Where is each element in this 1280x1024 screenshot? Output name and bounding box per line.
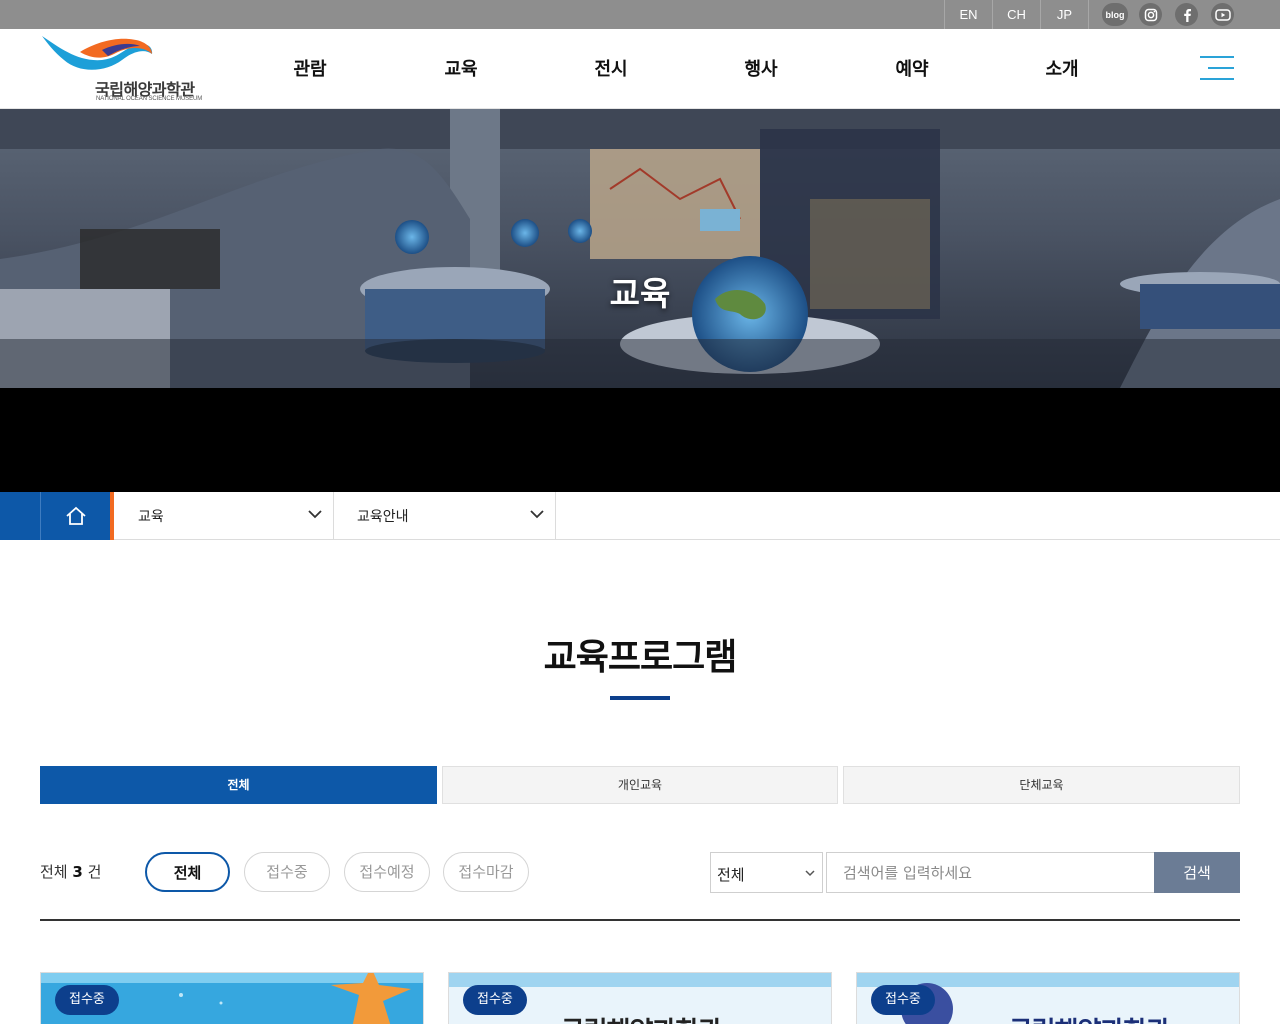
tab-group[interactable]: 단체교육 [843, 766, 1240, 804]
gnb-item-visit[interactable]: 관람 [260, 55, 360, 81]
search-input[interactable] [826, 852, 1156, 893]
hamburger-menu-icon[interactable] [1200, 56, 1234, 82]
breadcrumb-accent [0, 492, 40, 540]
breadcrumb-depth2-select[interactable]: 교육안내 [334, 492, 556, 540]
lang-en-link[interactable]: EN [944, 0, 992, 29]
breadcrumb-depth1-label: 교육 [138, 509, 164, 525]
result-count-value: 3 [72, 863, 83, 881]
home-icon[interactable] [40, 492, 110, 540]
hero-title: 교육 [609, 274, 671, 313]
filter-upcoming[interactable]: 접수예정 [344, 852, 430, 892]
gnb-item-about[interactable]: 소개 [1012, 55, 1112, 81]
top-utility-bar: EN CH JP blog [0, 0, 1280, 29]
filter-all[interactable]: 전체 [145, 852, 230, 892]
blog-icon[interactable]: blog [1102, 3, 1128, 26]
chevron-down-icon [308, 510, 322, 519]
chevron-down-icon [530, 510, 544, 519]
gnb-item-exhibition[interactable]: 전시 [561, 55, 661, 81]
result-count-suffix: 건 [87, 863, 102, 881]
page-title: 교육프로그램 [543, 637, 738, 678]
program-card[interactable]: 접수중 [40, 972, 424, 1024]
search-button[interactable]: 검색 [1154, 852, 1240, 893]
status-badge: 접수중 [55, 985, 119, 1015]
tab-individual[interactable]: 개인교육 [442, 766, 838, 804]
program-card[interactable]: 접수중 국립해양과학관 [448, 972, 832, 1024]
search-scope-value: 전체 [717, 866, 745, 884]
facebook-icon[interactable] [1175, 3, 1198, 26]
logo-subtitle: NATIONAL OCEAN SCIENCE MUSEUM [96, 96, 203, 102]
lang-jp-link[interactable]: JP [1040, 0, 1088, 29]
breadcrumb-depth2-label: 교육안내 [357, 509, 409, 525]
filter-open[interactable]: 접수중 [244, 852, 330, 892]
breadcrumb: 교육 교육안내 [0, 492, 1280, 540]
tab-all[interactable]: 전체 [40, 766, 437, 804]
gnb-item-reservation[interactable]: 예약 [862, 55, 962, 81]
instagram-icon[interactable] [1139, 3, 1162, 26]
filter-closed[interactable]: 접수마감 [443, 852, 529, 892]
list-divider [40, 919, 1240, 921]
result-count: 전체 3 건 [40, 861, 101, 882]
gnb-item-education[interactable]: 교육 [411, 55, 511, 81]
search-scope-select[interactable]: 전체 [710, 852, 823, 893]
chevron-down-icon [805, 870, 815, 877]
youtube-icon[interactable] [1211, 3, 1234, 26]
lang-ch-link[interactable]: CH [992, 0, 1040, 29]
site-logo[interactable]: 국립해양과학관 NATIONAL OCEAN SCIENCE MUSEUM [40, 34, 205, 106]
gnb-item-events[interactable]: 행사 [711, 55, 811, 81]
hero-banner: 교육 [0, 109, 1280, 492]
result-count-prefix: 전체 [40, 863, 68, 881]
logo-wave-icon [42, 36, 153, 70]
site-header: 국립해양과학관 NATIONAL OCEAN SCIENCE MUSEUM 관람… [0, 29, 1280, 109]
hero-exhibition-image [0, 109, 1280, 388]
program-card[interactable]: 접수중 국립해양과학관 [856, 972, 1240, 1024]
title-underline [610, 696, 670, 700]
breadcrumb-depth1-select[interactable]: 교육 [110, 492, 334, 540]
card-title-art: 국립해양과학관 [449, 1011, 831, 1024]
card-title-art: 국립해양과학관 [897, 1011, 1239, 1024]
